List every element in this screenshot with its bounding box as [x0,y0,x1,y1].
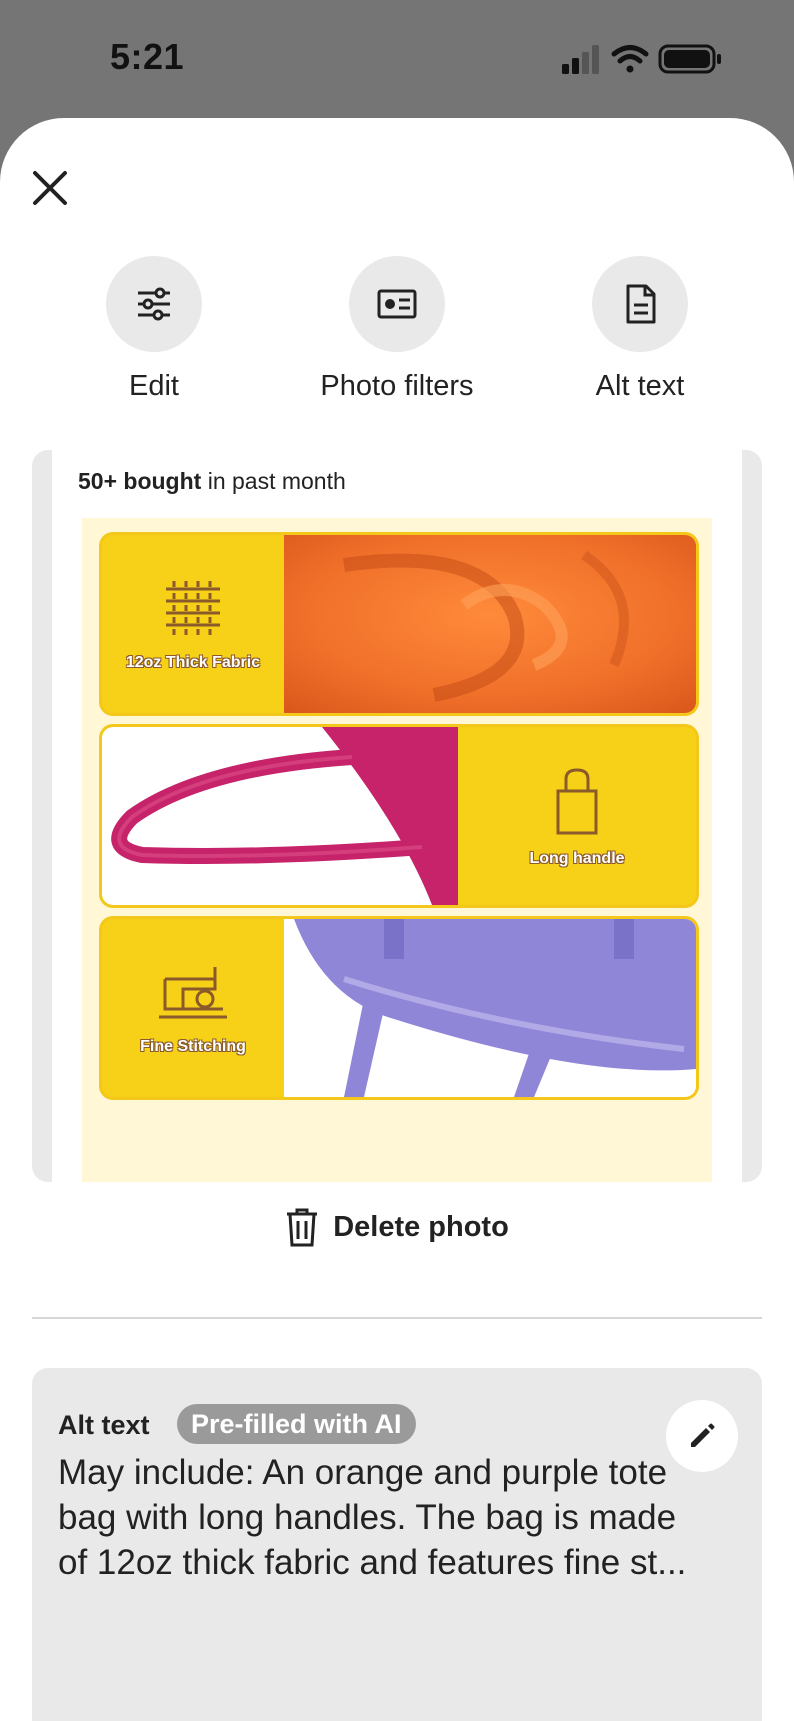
bought-badge: 50+ bought in past month [78,468,346,495]
alt-text-card: Alt text Pre-filled with AI May include:… [32,1368,762,1721]
photo-filters-circle [349,256,445,352]
alt-text-title: Alt text [58,1410,150,1440]
alt-text-circle [592,256,688,352]
status-bar: 5:21 [0,0,794,118]
purple-bag-image [284,919,696,1097]
product-infographic: 12oz Thick Fabric Long handle Fine Stitc… [82,518,712,1182]
ai-prefilled-badge: Pre-filled with AI [177,1404,416,1444]
wifi-icon [611,45,649,73]
feature-handle: Long handle [458,767,696,868]
edit-button[interactable]: Edit [64,256,244,403]
edit-alt-text-button[interactable] [666,1400,738,1472]
photo-image: 50+ bought in past month 12oz Thick Fabr… [52,450,742,1182]
document-icon [626,284,656,324]
photo-filters-label: Photo filters [320,370,474,402]
bottom-sheet: Edit Photo filters Alt text 50+ bought i… [0,118,794,1721]
pencil-icon [691,1423,715,1447]
photo-preview: 50+ bought in past month 12oz Thick Fabr… [32,450,762,1182]
bought-count: 50+ bought [78,468,202,494]
bought-period: in past month [201,468,346,494]
feature-stitching-label: Fine Stitching [140,1038,246,1055]
photo-filters-button[interactable]: Photo filters [307,256,487,403]
battery-icon [658,44,721,74]
trash-icon [287,1208,318,1247]
sewing-machine-icon [159,967,227,1019]
section-divider [32,1317,762,1319]
panel-stitching: Fine Stitching [99,916,699,1100]
feature-stitching: Fine Stitching [102,959,284,1056]
alt-text-button[interactable]: Alt text [550,256,730,403]
panel-handle: Long handle [99,724,699,908]
orange-fabric-image [284,535,696,713]
fabric-weave-icon [166,581,220,635]
close-icon [33,171,67,205]
bag-handle-icon [556,768,598,835]
alt-text-description: May include: An orange and purple tote b… [58,1453,687,1582]
edit-label: Edit [129,370,179,402]
sliders-icon [138,287,170,321]
cellular-signal-icon [562,45,599,74]
alt-text-label: Alt text [595,370,685,402]
feature-fabric: 12oz Thick Fabric [102,575,284,672]
delete-photo-button[interactable]: Delete photo [0,1202,794,1252]
feature-fabric-label: 12oz Thick Fabric [125,654,261,671]
status-time: 5:21 [110,36,185,77]
feature-handle-label: Long handle [529,850,625,867]
delete-photo-label: Delete photo [333,1210,509,1243]
close-button[interactable] [30,168,70,208]
magenta-handle-image [102,727,458,905]
status-icons [562,44,721,74]
edit-button-circle [106,256,202,352]
panel-fabric: 12oz Thick Fabric [99,532,699,716]
photo-filter-icon [377,289,417,319]
